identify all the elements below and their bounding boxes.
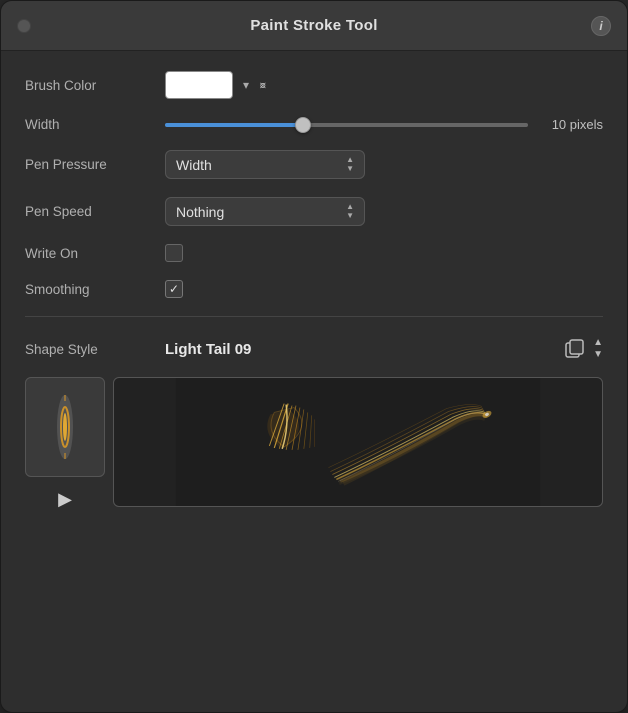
color-swatch[interactable] — [165, 71, 233, 99]
panel-content: Brush Color ▾ ⌖ Width 10 pixels Pen Pres… — [1, 51, 627, 538]
brush-thumbnail[interactable] — [25, 377, 105, 477]
shape-style-value: Light Tail 09 — [165, 341, 561, 358]
shape-style-controls: ▲ ▼ — [561, 337, 603, 361]
brush-preview-svg — [114, 378, 602, 506]
info-button[interactable]: i — [591, 16, 611, 36]
traffic-light-button[interactable] — [17, 19, 31, 33]
shape-style-up-icon[interactable]: ▲ — [593, 337, 603, 349]
pen-speed-down-icon[interactable]: ▼ — [346, 212, 354, 220]
panel-title: Paint Stroke Tool — [250, 17, 377, 34]
pen-speed-row: Pen Speed Nothing ▲ ▼ — [25, 197, 603, 226]
paint-stroke-tool-panel: Paint Stroke Tool i Brush Color ▾ ⌖ Widt… — [0, 0, 628, 713]
brush-preview-main[interactable] — [113, 377, 603, 507]
eyedropper-icon[interactable]: ⌖ — [254, 76, 272, 94]
shape-style-stepper[interactable]: ▲ ▼ — [593, 337, 603, 361]
width-slider-container: 10 pixels — [165, 117, 603, 132]
pen-pressure-row: Pen Pressure Width ▲ ▼ — [25, 150, 603, 179]
pen-pressure-label: Pen Pressure — [25, 157, 165, 172]
width-slider-thumb[interactable] — [295, 117, 311, 133]
write-on-checkbox[interactable] — [165, 244, 183, 262]
brush-color-row: Brush Color ▾ ⌖ — [25, 71, 603, 99]
shape-style-row: Shape Style Light Tail 09 ▲ ▼ — [25, 337, 603, 361]
shape-style-down-icon[interactable]: ▼ — [593, 349, 603, 361]
section-divider — [25, 316, 603, 317]
brush-color-controls: ▾ ⌖ — [165, 71, 267, 99]
write-on-label: Write On — [25, 246, 165, 261]
pen-speed-stepper[interactable]: ▲ ▼ — [346, 203, 354, 220]
width-slider-track[interactable] — [165, 123, 528, 127]
shape-copy-icon[interactable] — [561, 338, 589, 360]
pen-pressure-select[interactable]: Width ▲ ▼ — [165, 150, 365, 179]
pen-pressure-up-icon[interactable]: ▲ — [346, 156, 354, 164]
pen-pressure-down-icon[interactable]: ▼ — [346, 165, 354, 173]
smoothing-checkbox[interactable] — [165, 280, 183, 298]
write-on-row: Write On — [25, 244, 603, 262]
color-dropdown-arrow[interactable]: ▾ — [239, 76, 253, 94]
preview-left: ▶ — [25, 377, 105, 514]
width-value: 10 pixels — [538, 117, 603, 132]
preview-area: ▶ — [25, 377, 603, 514]
shape-style-label: Shape Style — [25, 342, 165, 357]
width-row: Width 10 pixels — [25, 117, 603, 132]
pen-speed-up-icon[interactable]: ▲ — [346, 203, 354, 211]
pen-speed-label: Pen Speed — [25, 204, 165, 219]
brush-color-label: Brush Color — [25, 78, 165, 93]
pen-pressure-stepper[interactable]: ▲ ▼ — [346, 156, 354, 173]
play-button[interactable]: ▶ — [50, 485, 80, 514]
brush-thumbnail-svg — [35, 387, 95, 467]
pen-pressure-value: Width — [176, 157, 212, 173]
title-bar: Paint Stroke Tool i — [1, 1, 627, 51]
pen-speed-select[interactable]: Nothing ▲ ▼ — [165, 197, 365, 226]
smoothing-label: Smoothing — [25, 282, 165, 297]
pen-speed-value: Nothing — [176, 204, 224, 220]
smoothing-row: Smoothing — [25, 280, 603, 298]
width-label: Width — [25, 117, 165, 132]
